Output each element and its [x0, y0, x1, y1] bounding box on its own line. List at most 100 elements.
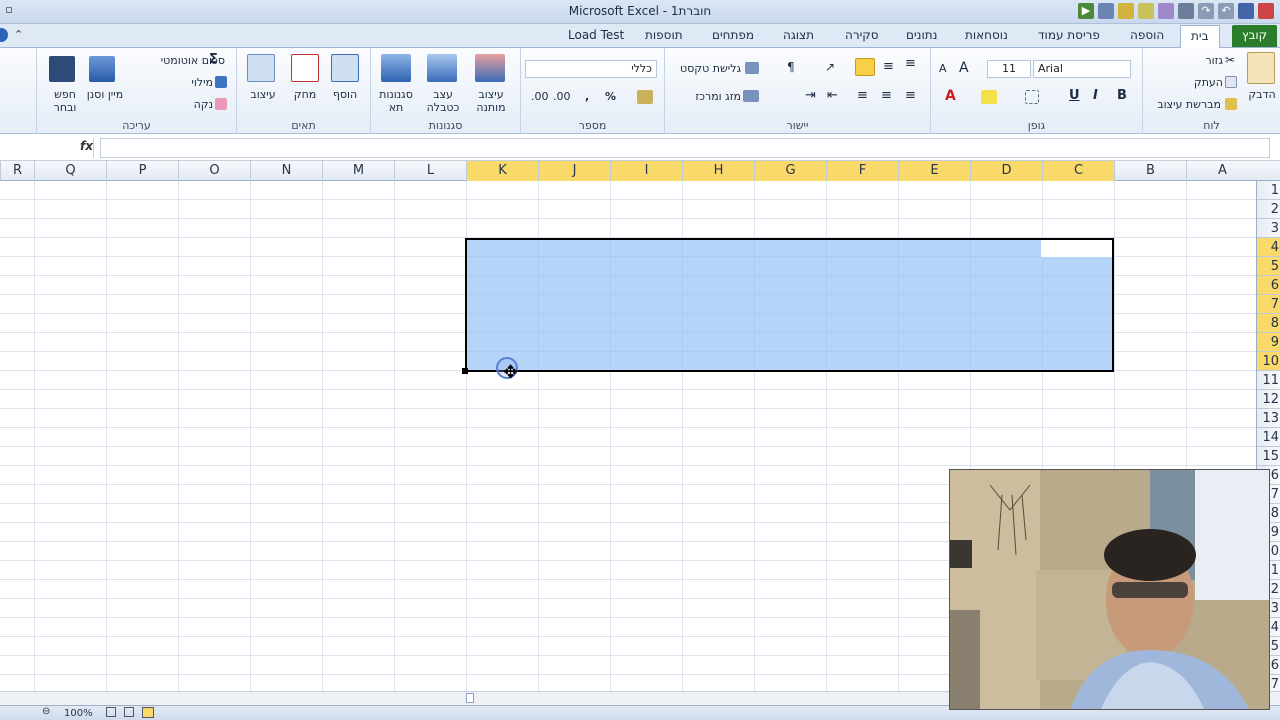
fill-button[interactable]: מילוי: [177, 76, 213, 89]
column-header-a[interactable]: A: [1186, 161, 1258, 181]
tab-formulas[interactable]: נוסחאות: [965, 28, 1008, 42]
align-left-icon[interactable]: ≡: [905, 88, 916, 103]
smiley-icon[interactable]: [1118, 3, 1134, 19]
tab-file[interactable]: קובץ: [1232, 25, 1278, 47]
normal-view-icon[interactable]: [106, 707, 116, 717]
column-header-l[interactable]: L: [394, 161, 466, 181]
row-header-10[interactable]: 10: [1257, 352, 1280, 371]
decrease-decimal-button[interactable]: .00: [531, 90, 549, 103]
tab-insert[interactable]: הוספה: [1130, 28, 1164, 42]
tab-developer[interactable]: מפתחים: [712, 28, 754, 42]
tab-review[interactable]: סקירה: [845, 28, 879, 42]
align-top-icon[interactable]: ≡: [905, 56, 916, 71]
merge-center-button[interactable]: מזג ומרכז: [685, 90, 741, 103]
tab-load-test[interactable]: Load Test: [568, 28, 624, 42]
format-button[interactable]: עיצוב: [243, 88, 283, 101]
column-header-n[interactable]: N: [250, 161, 322, 181]
column-header-f[interactable]: F: [826, 161, 898, 181]
tab-page-layout[interactable]: פריסת עמוד: [1038, 28, 1100, 42]
row-header-7[interactable]: 7: [1257, 295, 1280, 314]
align-bottom-icon[interactable]: [855, 58, 875, 76]
number-format-select[interactable]: כללי: [525, 60, 657, 78]
delete-button[interactable]: מחק: [287, 88, 323, 101]
tab-home[interactable]: בית: [1180, 25, 1220, 49]
excel-icon[interactable]: [1258, 3, 1274, 19]
insert-button[interactable]: הוסף: [327, 88, 363, 101]
bold-button[interactable]: B: [1117, 88, 1127, 103]
column-header-p[interactable]: P: [106, 161, 178, 181]
align-center-icon[interactable]: ≡: [881, 88, 892, 103]
row-header-2[interactable]: 2: [1257, 200, 1280, 219]
percent-button[interactable]: %: [605, 90, 616, 103]
column-header-d[interactable]: D: [970, 161, 1042, 181]
row-header-8[interactable]: 8: [1257, 314, 1280, 333]
paste-button[interactable]: הדבק: [1245, 88, 1279, 101]
conditional-format-button[interactable]: עיצוב מותנה: [469, 88, 513, 114]
save-icon[interactable]: [1238, 3, 1254, 19]
increase-decimal-button[interactable]: .00: [553, 90, 571, 103]
align-middle-icon[interactable]: ≡: [883, 59, 894, 74]
selection-range[interactable]: [465, 238, 1114, 372]
fill-handle[interactable]: [462, 368, 468, 374]
column-header-k[interactable]: K: [466, 161, 538, 181]
currency-icon[interactable]: [637, 90, 653, 104]
column-header-b[interactable]: B: [1114, 161, 1186, 181]
note-icon[interactable]: [1138, 3, 1154, 19]
column-header-j[interactable]: J: [538, 161, 610, 181]
scroll-thumb[interactable]: [466, 693, 474, 703]
comma-style-button[interactable]: ,: [585, 90, 589, 103]
row-header-1[interactable]: 1: [1257, 181, 1280, 200]
formula-input[interactable]: [100, 138, 1270, 158]
row-header-6[interactable]: 6: [1257, 276, 1280, 295]
font-name-select[interactable]: Arial: [1033, 60, 1131, 78]
font-color-icon[interactable]: A: [945, 88, 956, 104]
form-icon[interactable]: [1098, 3, 1114, 19]
shrink-font-button[interactable]: A: [939, 62, 947, 75]
minimize-ribbon-icon[interactable]: ⌃: [14, 28, 23, 41]
italic-button[interactable]: I: [1093, 88, 1098, 103]
row-header-14[interactable]: 14: [1257, 428, 1280, 447]
clear-button[interactable]: נקה: [177, 98, 213, 111]
zoom-out-icon[interactable]: ⊖: [42, 706, 50, 717]
copy-button[interactable]: העתק: [1147, 76, 1223, 89]
column-header-o[interactable]: O: [178, 161, 250, 181]
page-break-view-icon[interactable]: [142, 707, 154, 718]
text-direction-icon[interactable]: ¶: [787, 60, 795, 74]
zoom-level[interactable]: 100%: [64, 708, 93, 719]
row-header-11[interactable]: 11: [1257, 371, 1280, 390]
cut-button[interactable]: גזור: [1147, 54, 1223, 67]
column-header-c[interactable]: C: [1042, 161, 1114, 181]
print-icon[interactable]: [1178, 3, 1194, 19]
column-header-e[interactable]: E: [898, 161, 970, 181]
column-header-q[interactable]: Q: [34, 161, 106, 181]
redo-icon[interactable]: ↷: [1198, 3, 1214, 19]
font-size-select[interactable]: 11: [987, 60, 1031, 78]
find-select-button[interactable]: חפש ובחר: [45, 88, 85, 114]
borders-icon[interactable]: [1025, 90, 1039, 104]
play-icon[interactable]: ▶: [1078, 3, 1094, 19]
sort-filter-button[interactable]: מיין וסנן: [85, 88, 125, 101]
cell-styles-button[interactable]: סגנונות תא: [375, 88, 417, 114]
align-right-icon[interactable]: ≡: [857, 88, 868, 103]
tab-view[interactable]: תצוגה: [783, 28, 814, 42]
row-header-3[interactable]: 3: [1257, 219, 1280, 238]
row-header-5[interactable]: 5: [1257, 257, 1280, 276]
column-header-g[interactable]: G: [754, 161, 826, 181]
underline-button[interactable]: U: [1069, 88, 1080, 103]
orientation-icon[interactable]: ↗: [825, 60, 835, 74]
row-header-13[interactable]: 13: [1257, 409, 1280, 428]
undo-icon[interactable]: ↶: [1218, 3, 1234, 19]
highlight-icon[interactable]: [981, 90, 997, 104]
tab-data[interactable]: נתונים: [906, 28, 937, 42]
fx-icon[interactable]: fx: [80, 139, 93, 153]
macro-icon[interactable]: [1158, 3, 1174, 19]
page-layout-view-icon[interactable]: [124, 707, 134, 717]
row-header-15[interactable]: 15: [1257, 447, 1280, 466]
grow-font-button[interactable]: A: [959, 60, 969, 76]
format-painter-button[interactable]: מברשת עיצוב: [1143, 98, 1221, 111]
active-cell[interactable]: [1041, 240, 1112, 257]
increase-indent-icon[interactable]: ⇥: [805, 88, 816, 103]
row-header-12[interactable]: 12: [1257, 390, 1280, 409]
column-header-r[interactable]: R: [0, 161, 34, 181]
wrap-text-button[interactable]: גלישת טקסט: [669, 62, 741, 75]
